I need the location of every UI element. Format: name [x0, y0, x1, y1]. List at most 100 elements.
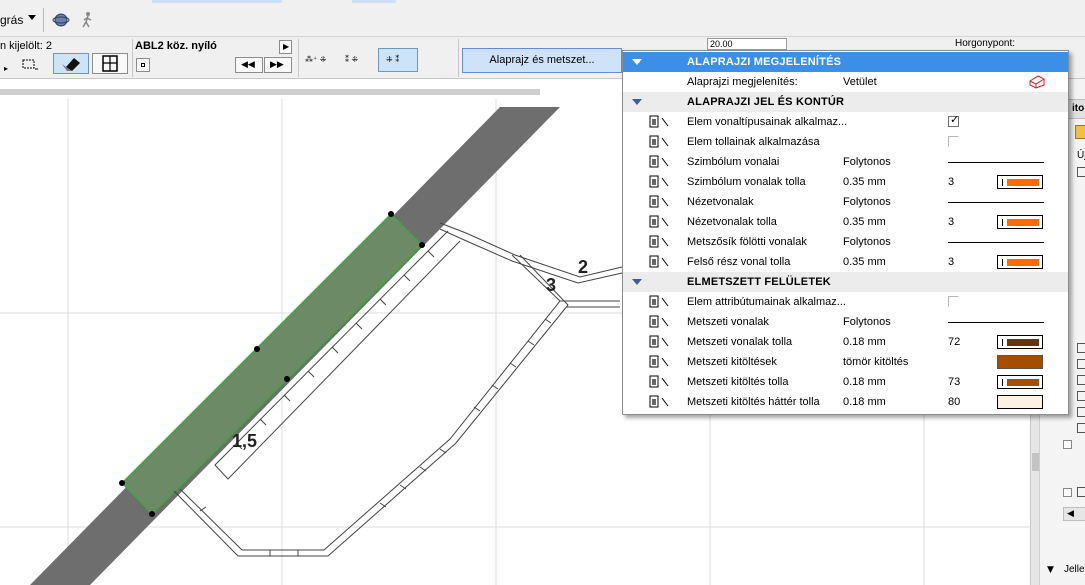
pen-color-swatch[interactable]: [997, 375, 1043, 389]
setting-row[interactable]: Szimbólum vonalai Folytonos: [623, 152, 1068, 172]
pen-setting-icon: [649, 215, 669, 228]
setting-row[interactable]: Elem attribútumainak alkalmaz...: [623, 292, 1068, 312]
plan-and-section-button[interactable]: Alaprajz és metszet...: [462, 48, 622, 73]
setting-value[interactable]: Folytonos: [843, 156, 891, 168]
plan-section-popup: ALAPRAJZI MEGJELENÍTÉS Alaprajzi megjelen…: [622, 50, 1069, 415]
pen-color-swatch[interactable]: [997, 335, 1043, 349]
setting-label: Elem attribútumainak alkalmaz...: [687, 296, 846, 308]
setting-checkbox[interactable]: ✓: [948, 113, 960, 127]
anchor-point-icon: ⁜ ⁑: [386, 55, 400, 64]
collapse-caret-icon[interactable]: [632, 59, 642, 65]
setting-value[interactable]: 0.35 mm: [843, 176, 886, 188]
fill-pattern-swatch[interactable]: [997, 355, 1043, 369]
setting-row[interactable]: Metszeti vonalak tolla 0.18 mm 72: [623, 332, 1068, 352]
line-type-sample: [948, 322, 1044, 323]
view-icon: [1077, 407, 1085, 417]
favorites-button[interactable]: [136, 58, 150, 72]
setting-row[interactable]: Metszeti kitöltés tolla 0.18 mm 73: [623, 372, 1068, 392]
anchor-option-icon[interactable]: ⁑ ⁜: [345, 55, 358, 64]
pen-number[interactable]: 3: [948, 216, 954, 228]
setting-value[interactable]: 0.35 mm: [843, 216, 886, 228]
setting-row[interactable]: Nézetvonalak tolla 0.35 mm 3: [623, 212, 1068, 232]
setting-row[interactable]: Nézetvonalak Folytonos: [623, 192, 1068, 212]
pen-number[interactable]: 72: [948, 336, 960, 348]
plan-display-icon[interactable]: [1028, 73, 1046, 89]
setting-row[interactable]: Metszősík fölötti vonalak Folytonos: [623, 232, 1068, 252]
setting-row[interactable]: Metszeti kitöltések tömör kitöltés: [623, 352, 1068, 372]
view-icon: [1077, 391, 1085, 401]
navigator-item-label[interactable]: Új: [1077, 150, 1085, 161]
pen-setting-icon: [649, 115, 669, 128]
setting-row[interactable]: Felső rész vonal tolla 0.35 mm 3: [623, 252, 1068, 272]
view-icon: [1077, 343, 1085, 353]
setting-row[interactable]: Elem tollainak alkalmazása: [623, 132, 1068, 152]
pen-color-swatch[interactable]: [997, 175, 1043, 189]
walk-icon[interactable]: [78, 11, 96, 29]
chevron-down-icon[interactable]: ▼: [1047, 565, 1054, 575]
section-header[interactable]: ALAPRAJZI MEGJELENÍTÉS: [623, 52, 1068, 72]
setting-value[interactable]: Folytonos: [843, 236, 891, 248]
setting-value[interactable]: 0.18 mm: [843, 376, 886, 388]
section-title: ALAPRAJZI JEL ÉS KONTÚR: [687, 96, 845, 108]
previous-button[interactable]: ◀◀: [235, 57, 263, 73]
geometry-method-icon[interactable]: ▸: [4, 64, 8, 73]
setting-row[interactable]: Metszeti vonalak Folytonos: [623, 312, 1068, 332]
navigator-tab-label: ito: [1072, 103, 1085, 114]
horizontal-scrollbar[interactable]: [0, 89, 540, 95]
pen-color-swatch[interactable]: [997, 215, 1043, 229]
pen-setting-icon: [649, 195, 669, 208]
setting-value[interactable]: tömör kitöltés: [843, 356, 908, 368]
chevron-left-icon: ◀: [1067, 509, 1074, 519]
next-button[interactable]: ▶▶: [264, 57, 292, 73]
setting-row[interactable]: Elem vonaltípusainak alkalmaz... ✓: [623, 112, 1068, 132]
infobox-divider: [458, 39, 459, 77]
setting-value[interactable]: 0.35 mm: [843, 256, 886, 268]
rotated-method-button[interactable]: [53, 53, 89, 74]
pen-color-fill: [1007, 259, 1039, 266]
collapse-caret-icon[interactable]: [632, 99, 642, 105]
rectangle-method-icon[interactable]: [20, 57, 40, 73]
pen-setting-icon: [649, 295, 669, 308]
pen-number[interactable]: 73: [948, 376, 960, 388]
setting-value[interactable]: Vetület: [843, 76, 877, 88]
setting-row[interactable]: Alaprajzi megjelenítés: Vetület: [623, 72, 1068, 92]
setting-row[interactable]: Metszeti kitöltés háttér tolla 0.18 mm 80: [623, 392, 1068, 412]
toolbar-menu-label[interactable]: grás: [0, 13, 23, 27]
setting-value[interactable]: Folytonos: [843, 316, 891, 328]
main-toolbar: grás: [0, 0, 1085, 37]
pen-number[interactable]: 80: [948, 396, 960, 408]
tree-expand-icon[interactable]: [1063, 488, 1072, 497]
checkmark-icon: ✓: [950, 113, 960, 126]
pen-number[interactable]: 3: [948, 176, 954, 188]
pen-setting-icon: [649, 395, 669, 408]
tree-collapse-icon[interactable]: [1063, 440, 1072, 449]
chevron-down-icon[interactable]: [28, 15, 36, 20]
element-name-label: ABL2 köz. nyíló: [135, 40, 217, 52]
selected-window[interactable]: [121, 213, 423, 515]
toolbar-highlight-strip: [352, 0, 396, 3]
anchor-selected-button[interactable]: ⁜ ⁑: [378, 48, 418, 72]
window-tool-button[interactable]: [92, 53, 128, 74]
setting-label: Metszeti vonalak tolla: [687, 336, 793, 348]
setting-value[interactable]: 0.18 mm: [843, 336, 886, 348]
setting-value[interactable]: Folytonos: [843, 196, 891, 208]
setting-value[interactable]: 0.18 mm: [843, 396, 886, 408]
element-settings-arrow-button[interactable]: ▶: [279, 40, 292, 54]
square-icon: [141, 63, 145, 67]
pen-number[interactable]: 3: [948, 256, 954, 268]
setting-label: Nézetvonalak tolla: [687, 216, 777, 228]
section-header[interactable]: ALAPRAJZI JEL ÉS KONTÚR: [623, 92, 1068, 112]
section-title: ELMETSZETT FELÜLETEK: [687, 276, 831, 288]
section-header[interactable]: ELMETSZETT FELÜLETEK: [623, 272, 1068, 292]
anchor-option-icon[interactable]: ⁂⁺ ⁜: [305, 55, 326, 64]
collapse-caret-icon[interactable]: [632, 279, 642, 285]
scrollbar-thumb[interactable]: [1032, 453, 1039, 471]
setting-checkbox[interactable]: [948, 136, 959, 147]
navigator-horizontal-scrollbar[interactable]: ◀: [1063, 507, 1085, 521]
orbit-icon[interactable]: [52, 11, 70, 29]
setting-row[interactable]: Szimbólum vonalak tolla 0.35 mm 3: [623, 172, 1068, 192]
value-field[interactable]: 20.00: [707, 38, 787, 50]
pen-color-swatch[interactable]: [997, 395, 1043, 409]
pen-color-swatch[interactable]: [997, 255, 1043, 269]
setting-checkbox[interactable]: [948, 296, 959, 307]
